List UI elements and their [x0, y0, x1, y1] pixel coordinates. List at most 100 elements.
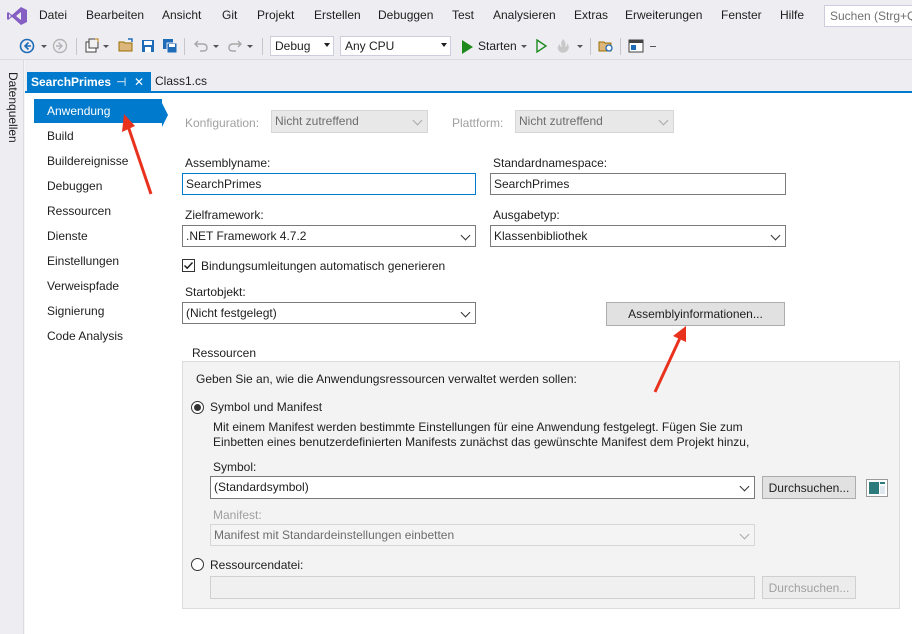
configuration-combo-value: Nicht zutreffend [275, 114, 359, 128]
new-project-icon[interactable] [84, 38, 100, 54]
platform-combo-value: Nicht zutreffend [519, 114, 603, 128]
back-icon[interactable] [19, 38, 35, 54]
redo-icon[interactable] [227, 38, 243, 54]
close-icon[interactable]: ✕ [134, 75, 144, 89]
configuration-select[interactable]: Debug [270, 36, 334, 56]
menu-analysieren[interactable]: Analysieren [493, 8, 556, 22]
undo-dropdown-icon[interactable] [213, 45, 219, 48]
assembly-information-button[interactable]: Assemblyinformationen... [606, 302, 785, 326]
undo-icon[interactable] [193, 38, 209, 54]
toolbar: Debug Any CPU Starten [0, 32, 912, 60]
chevron-down-icon [739, 529, 750, 540]
menu-git[interactable]: Git [222, 8, 237, 22]
chevron-down-icon [658, 115, 669, 126]
checkmark-icon [183, 261, 194, 270]
start-button-label[interactable]: Starten [478, 39, 517, 53]
browse-icon-button[interactable]: Durchsuchen... [762, 476, 856, 499]
nav-item-verweispfade[interactable]: Verweispfade [34, 274, 162, 298]
start-dropdown-icon[interactable] [521, 45, 527, 48]
manifest-description-line-2: Einbetten eines benutzerdefinierten Mani… [213, 435, 750, 449]
chevron-down-icon [412, 115, 423, 126]
nav-item-ressourcen[interactable]: Ressourcen [34, 199, 162, 223]
start-play-icon[interactable] [459, 39, 475, 55]
menu-bar: Datei Bearbeiten Ansicht Git Projekt Ers… [0, 0, 912, 32]
platform-label: Plattform: [452, 116, 504, 130]
nav-item-code-analysis[interactable]: Code Analysis [34, 324, 162, 348]
side-panel-tab[interactable]: Datenquellen [0, 60, 24, 634]
tab-class1[interactable]: Class1.cs [151, 72, 217, 91]
resources-intro: Geben Sie an, wie die Anwendungsressourc… [196, 372, 577, 386]
menu-bearbeiten[interactable]: Bearbeiten [86, 8, 144, 22]
configuration-label: Konfiguration: [185, 116, 260, 130]
startup-object-label: Startobjekt: [185, 285, 246, 299]
output-type-select[interactable]: Klassenbibliothek [490, 225, 786, 247]
startup-object-value: (Nicht festgelegt) [186, 306, 277, 320]
visual-studio-logo-icon [7, 7, 27, 25]
nav-item-signierung[interactable]: Signierung [34, 299, 162, 323]
manifest-description-line-1: Mit einem Manifest werden bestimmte Eins… [213, 420, 743, 434]
menu-hilfe[interactable]: Hilfe [780, 8, 804, 22]
toolbar-separator [590, 38, 591, 55]
annotation-arrow-icon [122, 114, 153, 195]
platform-combo: Nicht zutreffend [515, 110, 674, 133]
default-namespace-input[interactable]: SearchPrimes [490, 173, 786, 195]
chevron-down-icon [460, 230, 471, 241]
icon-label: Symbol: [213, 460, 257, 474]
nav-item-einstellungen[interactable]: Einstellungen [34, 249, 162, 273]
target-framework-select[interactable]: .NET Framework 4.7.2 [182, 225, 476, 247]
target-framework-value: .NET Framework 4.7.2 [186, 229, 307, 243]
tab-searchprimes[interactable]: SearchPrimes ⊣ ✕ [27, 72, 151, 93]
start-without-debugging-icon[interactable] [533, 38, 549, 54]
binding-redirects-label[interactable]: Bindungsumleitungen automatisch generier… [201, 259, 445, 273]
menu-erstellen[interactable]: Erstellen [314, 8, 361, 22]
menu-extras[interactable]: Extras [574, 8, 608, 22]
overflow-icon[interactable] [650, 46, 656, 47]
menu-datei[interactable]: Datei [39, 8, 67, 22]
side-panel-label[interactable]: Datenquellen [6, 72, 20, 143]
chevron-down-icon [441, 43, 447, 47]
configuration-value: Debug [275, 39, 311, 53]
menu-debuggen[interactable]: Debuggen [378, 8, 433, 22]
icon-select[interactable]: (Standardsymbol) [210, 476, 755, 499]
find-in-files-icon[interactable] [598, 38, 614, 54]
manifest-select: Manifest mit Standardeinstellungen einbe… [210, 524, 755, 546]
window-layout-icon[interactable] [628, 38, 644, 54]
hot-reload-icon[interactable] [555, 38, 571, 54]
search-input[interactable]: Suchen (Strg+Q) [824, 5, 912, 27]
chevron-down-icon [770, 230, 781, 241]
assembly-name-input[interactable]: SearchPrimes [182, 173, 476, 195]
menu-fenster[interactable]: Fenster [721, 8, 762, 22]
radio-selected-dot [194, 404, 201, 411]
toolbar-separator [76, 38, 77, 55]
resource-file-input [210, 576, 755, 599]
menu-erweiterungen[interactable]: Erweiterungen [625, 8, 702, 22]
icon-manifest-label[interactable]: Symbol und Manifest [210, 400, 322, 414]
pin-icon[interactable]: ⊣ [116, 75, 126, 89]
binding-redirects-checkbox[interactable] [182, 259, 195, 272]
platform-select[interactable]: Any CPU [340, 36, 451, 56]
save-icon[interactable] [140, 38, 156, 54]
open-folder-icon[interactable] [118, 38, 134, 54]
platform-value: Any CPU [345, 39, 395, 53]
hot-reload-dropdown-icon[interactable] [577, 45, 583, 48]
manifest-value: Manifest mit Standardeinstellungen einbe… [214, 528, 455, 542]
startup-object-select[interactable]: (Nicht festgelegt) [182, 302, 476, 324]
new-project-dropdown-icon[interactable] [103, 45, 109, 48]
resource-file-radio[interactable] [191, 558, 204, 571]
menu-projekt[interactable]: Projekt [257, 8, 294, 22]
output-type-value: Klassenbibliothek [494, 229, 588, 243]
nav-item-dienste[interactable]: Dienste [34, 224, 162, 248]
resource-file-label[interactable]: Ressourcendatei: [210, 558, 303, 572]
configuration-combo: Nicht zutreffend [271, 110, 428, 133]
menu-test[interactable]: Test [452, 8, 474, 22]
save-all-icon[interactable] [162, 38, 178, 54]
chevron-down-icon [324, 43, 330, 47]
chevron-down-icon [460, 307, 471, 318]
icon-manifest-radio[interactable] [191, 401, 204, 414]
forward-icon[interactable] [52, 38, 68, 54]
target-framework-label: Zielframework: [185, 208, 264, 222]
menu-ansicht[interactable]: Ansicht [162, 8, 201, 22]
toolbar-separator [262, 38, 263, 55]
redo-dropdown-icon[interactable] [247, 45, 253, 48]
back-dropdown-icon[interactable] [41, 45, 47, 48]
